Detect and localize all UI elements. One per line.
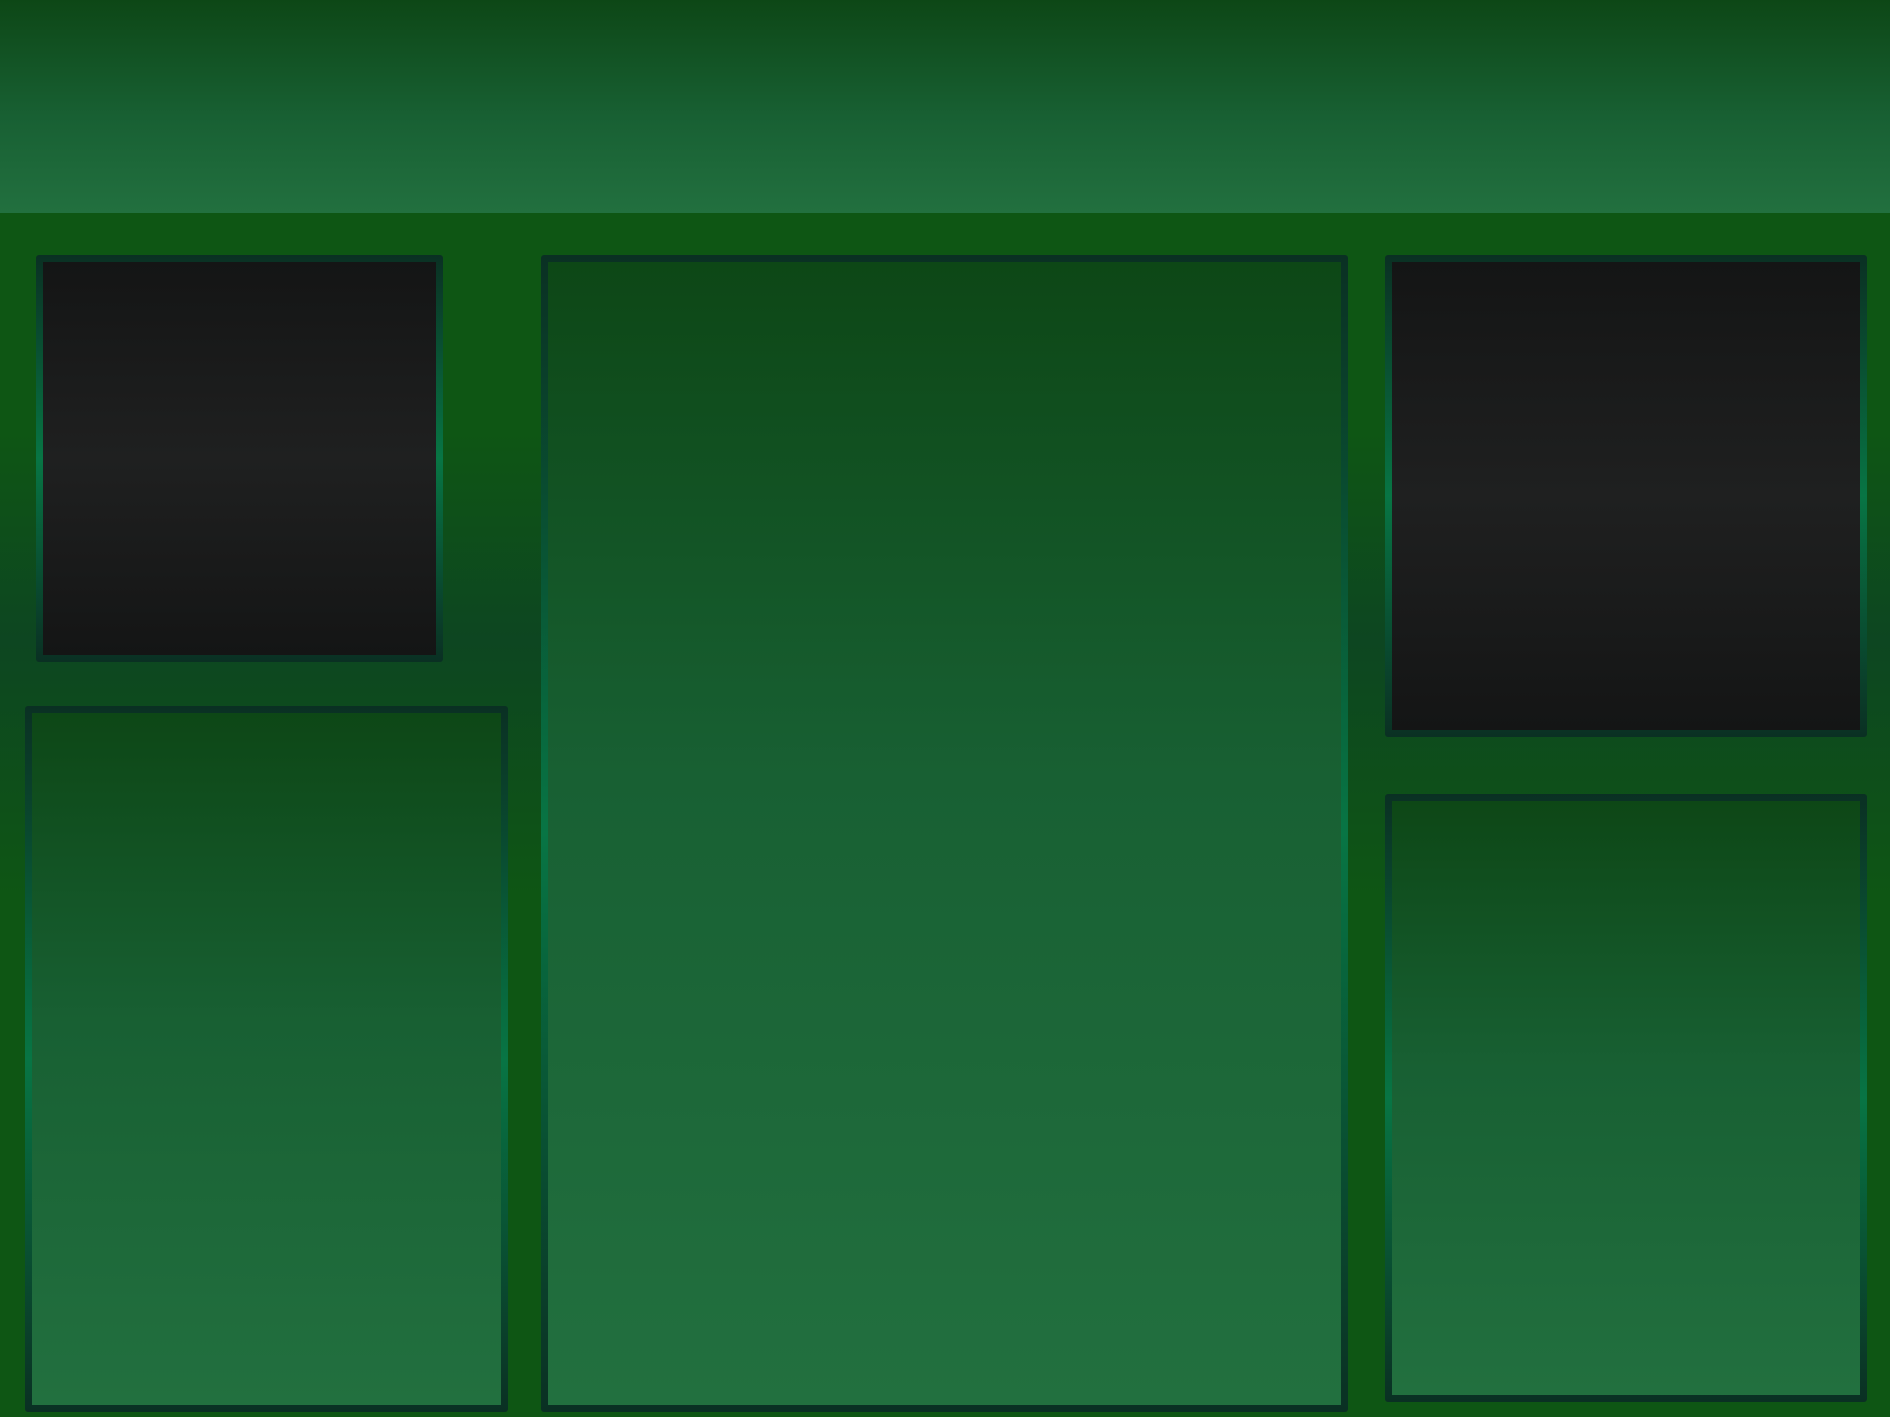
bottom-left-green-panel [25, 706, 508, 1412]
top-right-dark-panel [1385, 255, 1867, 737]
header-bar [0, 0, 1890, 213]
top-left-dark-panel [36, 255, 443, 662]
app-screen: { "header": { "title": "" }, "panels": [… [0, 0, 1890, 1417]
center-main-panel [541, 255, 1348, 1412]
bottom-right-green-panel [1385, 794, 1867, 1402]
